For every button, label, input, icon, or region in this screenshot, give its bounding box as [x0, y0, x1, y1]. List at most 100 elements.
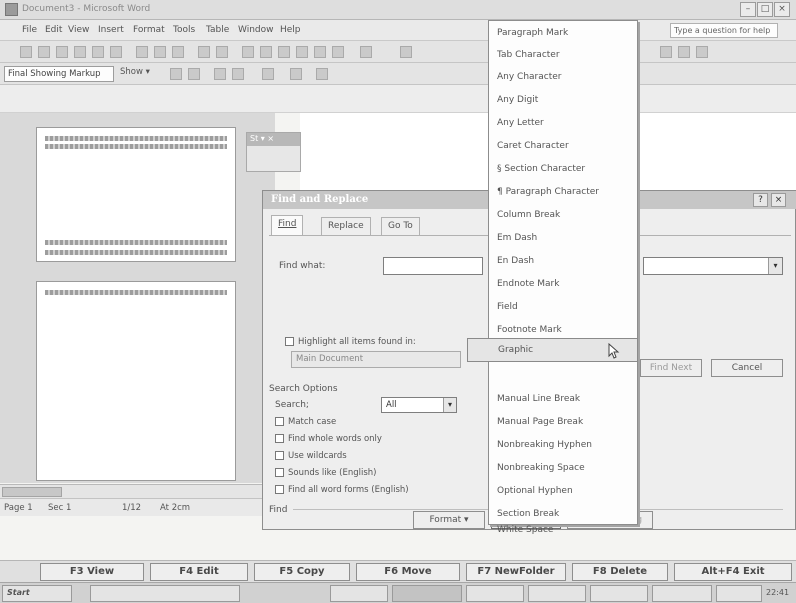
system-tray[interactable] — [716, 585, 762, 602]
styles-floating-window[interactable]: St ▾ × — [246, 132, 301, 172]
match-case-checkbox[interactable]: Match case — [275, 417, 336, 427]
menu-item-nonbreaking-hyphen[interactable]: Nonbreaking Hyphen — [497, 433, 592, 457]
open-icon[interactable] — [38, 46, 50, 58]
wildcards-checkbox[interactable]: Use wildcards — [275, 451, 347, 461]
redo-icon[interactable] — [216, 46, 228, 58]
highlight-scope-select[interactable]: Main Document — [291, 351, 461, 368]
undo-icon[interactable] — [198, 46, 210, 58]
accept-change-icon[interactable] — [214, 68, 226, 80]
indent-icon[interactable] — [678, 46, 690, 58]
previous-change-icon[interactable] — [170, 68, 182, 80]
new-document-icon[interactable] — [20, 46, 32, 58]
ask-question-box[interactable]: Type a question for help — [670, 23, 778, 38]
hyperlink-icon[interactable] — [242, 46, 254, 58]
dialog-close-button[interactable]: × — [771, 193, 786, 207]
f7-newfolder-button[interactable]: F7 NewFolder — [466, 563, 566, 581]
menu-item-paragraph-mark[interactable]: Paragraph Mark — [497, 21, 568, 45]
menu-item-any-digit[interactable]: Any Digit — [497, 88, 538, 112]
menu-item-graphic[interactable]: Graphic — [467, 338, 638, 362]
taskbar-item-2[interactable] — [392, 585, 462, 602]
find-what-input[interactable] — [383, 257, 483, 275]
menu-window[interactable]: Window — [238, 25, 274, 35]
copy-icon[interactable] — [154, 46, 166, 58]
table-icon[interactable] — [260, 46, 272, 58]
menu-item-column-break[interactable]: Column Break — [497, 203, 560, 227]
cut-icon[interactable] — [136, 46, 148, 58]
menu-help[interactable]: Help — [280, 25, 301, 35]
quick-launch[interactable] — [90, 585, 240, 602]
print-preview-icon[interactable] — [92, 46, 104, 58]
taskbar-item-5[interactable] — [590, 585, 648, 602]
menu-tools[interactable]: Tools — [173, 25, 195, 35]
menu-item-white-space[interactable]: White Space — [497, 521, 553, 539]
menu-item-manual-line-break[interactable]: Manual Line Break — [497, 387, 580, 411]
taskbar-item-1[interactable] — [330, 585, 388, 602]
menu-format[interactable]: Format — [133, 25, 165, 35]
menu-edit[interactable]: Edit — [45, 25, 62, 35]
menu-item-caret-character[interactable]: Caret Character — [497, 134, 569, 158]
maximize-button[interactable]: □ — [757, 2, 773, 17]
minimize-button[interactable]: – — [740, 2, 756, 17]
menu-view[interactable]: View — [68, 25, 89, 35]
checkbox-icon[interactable] — [285, 337, 294, 346]
checkbox-icon[interactable] — [275, 451, 284, 460]
show-menu-button[interactable]: Show ▾ — [120, 67, 150, 77]
cancel-button[interactable]: Cancel — [711, 359, 783, 377]
format-button[interactable]: Format ▾ — [413, 511, 485, 529]
taskbar-item-4[interactable] — [528, 585, 586, 602]
help-icon[interactable] — [400, 46, 412, 58]
menu-item-any-letter[interactable]: Any Letter — [497, 111, 544, 135]
bullets-icon[interactable] — [660, 46, 672, 58]
alt-f4-exit-button[interactable]: Alt+F4 Exit — [674, 563, 792, 581]
checkbox-icon[interactable] — [275, 417, 284, 426]
view-buttons[interactable] — [2, 487, 62, 497]
menu-item-field[interactable]: Field — [497, 295, 518, 319]
spelling-icon[interactable] — [110, 46, 122, 58]
columns-icon[interactable] — [278, 46, 290, 58]
document-map-icon[interactable] — [314, 46, 326, 58]
checkbox-icon[interactable] — [275, 485, 284, 494]
menu-item-any-character[interactable]: Any Character — [497, 65, 561, 89]
show-hide-icon[interactable] — [332, 46, 344, 58]
f3-view-button[interactable]: F3 View — [40, 563, 144, 581]
menu-item-endnote-mark[interactable]: Endnote Mark — [497, 272, 559, 296]
chevron-down-icon[interactable]: ▾ — [768, 258, 782, 274]
menu-table[interactable]: Table — [206, 25, 229, 35]
dialog-help-button[interactable]: ? — [753, 193, 768, 207]
find-what-input-right[interactable]: ▾ — [643, 257, 783, 275]
zoom-icon[interactable] — [360, 46, 372, 58]
styles-window-header[interactable]: St ▾ × — [247, 133, 300, 146]
border-icon[interactable] — [696, 46, 708, 58]
next-change-icon[interactable] — [188, 68, 200, 80]
save-icon[interactable] — [56, 46, 68, 58]
menu-item-paragraph-character[interactable]: ¶ Paragraph Character — [497, 180, 599, 204]
taskbar-item-6[interactable] — [652, 585, 712, 602]
tab-find[interactable]: Find — [271, 215, 304, 235]
horizontal-scrollbar[interactable] — [0, 484, 275, 498]
checkbox-icon[interactable] — [275, 434, 284, 443]
display-for-review-select[interactable]: Final Showing Markup — [4, 66, 114, 82]
print-icon[interactable] — [74, 46, 86, 58]
find-next-button[interactable]: Find Next — [640, 359, 702, 377]
f5-copy-button[interactable]: F5 Copy — [254, 563, 350, 581]
start-button[interactable]: Start — [2, 585, 72, 602]
taskbar-item-3[interactable] — [466, 585, 524, 602]
sounds-like-checkbox[interactable]: Sounds like (English) — [275, 468, 377, 478]
whole-words-checkbox[interactable]: Find whole words only — [275, 434, 382, 444]
new-comment-icon[interactable] — [262, 68, 274, 80]
tab-replace[interactable]: Replace — [321, 217, 371, 235]
tab-goto[interactable]: Go To — [381, 217, 420, 235]
menu-item-manual-page-break[interactable]: Manual Page Break — [497, 410, 583, 434]
menu-item-en-dash[interactable]: En Dash — [497, 249, 534, 273]
reviewing-pane-icon[interactable] — [316, 68, 328, 80]
menu-item-nonbreaking-space[interactable]: Nonbreaking Space — [497, 456, 585, 480]
menu-item-em-dash[interactable]: Em Dash — [497, 226, 537, 250]
f6-move-button[interactable]: F6 Move — [356, 563, 460, 581]
checkbox-icon[interactable] — [275, 468, 284, 477]
highlight-checkbox[interactable]: Highlight all items found in: — [285, 337, 416, 347]
paste-icon[interactable] — [172, 46, 184, 58]
close-button[interactable]: × — [774, 2, 790, 17]
f8-delete-button[interactable]: F8 Delete — [572, 563, 668, 581]
menu-insert[interactable]: Insert — [98, 25, 124, 35]
menu-item-optional-hyphen[interactable]: Optional Hyphen — [497, 479, 573, 503]
